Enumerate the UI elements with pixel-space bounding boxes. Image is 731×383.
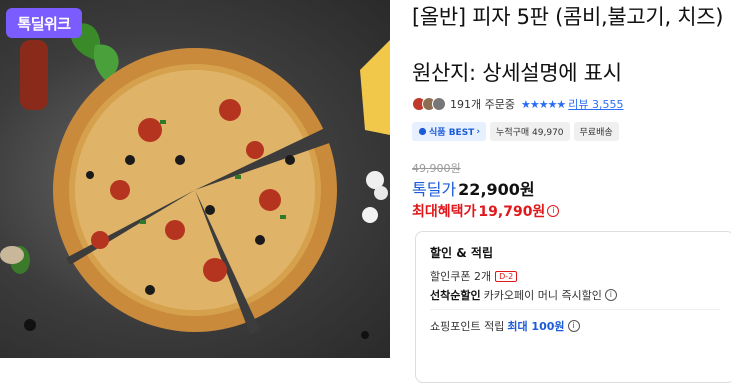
max-benefit-row: 최대혜택가 19,790원 i	[412, 201, 560, 221]
origin-text: 원산지: 상세설명에 표시	[412, 61, 622, 85]
max-benefit-label: 최대혜택가	[412, 204, 477, 220]
chip-food-best[interactable]: 식품 BEST ›	[412, 122, 487, 141]
first-come-discount-row: 선착순할인 카카오페이 머니 즉시할인 i	[430, 287, 617, 303]
tag-chips: 식품 BEST › 누적구매 49,970 무료배송	[412, 122, 619, 141]
info-icon[interactable]: i	[567, 320, 580, 332]
point-text: 쇼핑포인트 적립	[430, 320, 505, 333]
avatar	[432, 97, 446, 111]
product-image[interactable]: 톡딜위크	[0, 0, 390, 358]
coupon-text: 할인쿠폰 2개	[430, 270, 492, 283]
buyer-avatars	[412, 97, 446, 111]
deal-price-row: 톡딜가 22,900원	[412, 176, 535, 200]
deal-price: 22,900원	[458, 180, 535, 199]
first-come-text: 카카오페이 머니 즉시할인	[483, 289, 602, 302]
shopping-point-row: 쇼핑포인트 적립 최대 100원 i	[430, 318, 580, 334]
divider	[430, 309, 720, 310]
pizza-illustration	[0, 23, 390, 339]
deal-label: 톡딜가	[412, 180, 457, 199]
chip-cumulative-purchases: 누적구매 49,970	[490, 122, 570, 141]
benefits-title: 할인 & 적립	[430, 246, 493, 260]
info-icon[interactable]: i	[604, 289, 617, 301]
social-proof-row: 191개 주문중 ★★★★★ 리뷰 3,555	[412, 94, 624, 114]
benefits-panel: 할인 & 적립 할인쿠폰 2개 D-2 선착순할인 카카오페이 머니 즉시할인 …	[415, 231, 731, 383]
review-link[interactable]: 리뷰 3,555	[568, 96, 623, 112]
event-badge: 톡딜위크	[6, 8, 82, 38]
coupon-row[interactable]: 할인쿠폰 2개 D-2	[430, 268, 518, 284]
rating-stars: ★★★★★	[520, 97, 566, 111]
product-info: [올반] 피자 5판 (콤비,불고기, 치즈) 원산지: 상세설명에 표시 19…	[412, 0, 731, 383]
info-icon[interactable]: i	[547, 205, 560, 217]
max-benefit-price: 19,790원	[478, 204, 546, 220]
product-title: [올반] 피자 5판 (콤비,불고기, 치즈)	[412, 5, 724, 29]
first-come-label: 선착순할인	[430, 289, 481, 302]
chip-free-shipping: 무료배송	[573, 122, 619, 141]
original-price: 49,900원	[412, 162, 461, 175]
point-highlight: 최대 100원	[507, 320, 565, 333]
food-icon	[418, 127, 427, 136]
orders-count: 191개 주문중	[450, 98, 515, 111]
coupon-deadline-badge: D-2	[495, 270, 518, 282]
